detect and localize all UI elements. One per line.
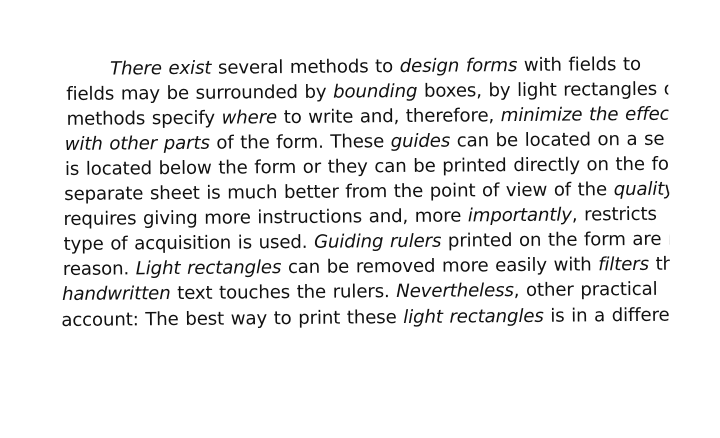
text-line: There exist several methods to design fo… [110, 53, 641, 82]
text-segment: is located below the form or they can be… [64, 153, 671, 180]
text-segment: printed on the form are m [441, 228, 671, 252]
paragraph: There exist several methods to design fo… [58, 53, 671, 388]
text-segment: of the form. These [209, 131, 391, 154]
text-segment: can be removed more easily with [281, 254, 599, 279]
text-segment: Guiding rulers [313, 230, 442, 253]
text-segment: can be located on a se [450, 128, 665, 152]
text-segment: several methods to [211, 56, 400, 79]
text-segment: is in a differe [543, 304, 670, 327]
text-segment: requires giving more instructions and, m… [63, 205, 468, 230]
text-segment: design forms [399, 54, 518, 78]
text-segment: account: The best way to print these [61, 306, 404, 331]
text-segment: minimize the effec [500, 103, 670, 127]
text-segment: boxes, by light rectangles o [417, 78, 671, 102]
text-segment: methods specify [66, 107, 222, 130]
text-segment: , restricts [571, 203, 657, 226]
text-segment: to write and, therefore, [276, 105, 501, 129]
text-segment: with other parts [64, 132, 210, 155]
text-segment: type of acquisition is used. [63, 231, 315, 255]
text-segment: Nevertheless [396, 280, 514, 303]
text-segment: Light rectangles [135, 257, 282, 280]
text-segment: text touches the rulers. [170, 281, 397, 305]
text-segment: handwritten [61, 283, 171, 305]
text-segment: where [221, 107, 278, 129]
text-segment: quality [613, 178, 671, 201]
text-segment: , other practical [513, 278, 658, 302]
text-line: account: The best way to print these lig… [61, 304, 669, 333]
text-segment: filters [598, 253, 649, 276]
text-segment: reason. [62, 258, 136, 280]
text-segment: bounding [333, 80, 418, 103]
text-line: handwritten text touches the rulers. Nev… [62, 278, 658, 307]
text-segment: importantly [467, 204, 572, 227]
text-segment: There exist [110, 57, 212, 80]
scanned-page: There exist several methods to design fo… [0, 0, 720, 438]
text-segment: guides [390, 130, 451, 153]
text-segment: light rectangles [403, 305, 544, 328]
text-segment: th [655, 253, 671, 275]
text-segment: with fields to [517, 53, 642, 76]
text-segment: fields may be surrounded by [66, 81, 334, 105]
text-segment: separate sheet is much better from the p… [64, 179, 614, 205]
